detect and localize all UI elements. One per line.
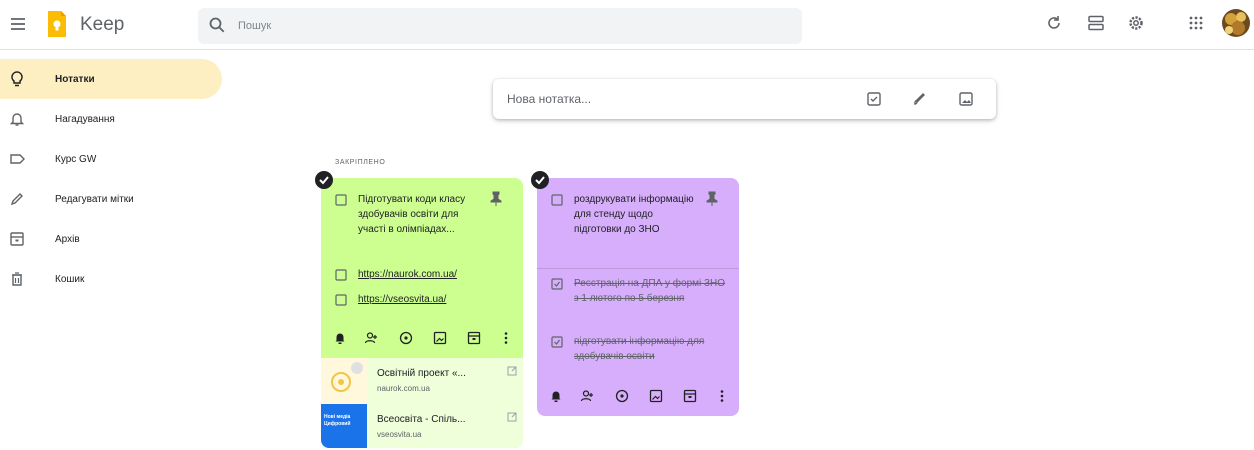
open-link-icon[interactable] (507, 412, 517, 422)
note-card[interactable]: Підготувати коди класу здобувачів освіти… (321, 178, 523, 448)
link-preview-vseosvita[interactable]: Нові медіа Цифровий Всеосвіта - Спіль...… (321, 404, 523, 448)
keep-logo-icon[interactable] (46, 9, 68, 39)
checklist-item[interactable]: Підготувати коди класу здобувачів освіти… (335, 192, 510, 237)
checklist-item-link[interactable]: https://vseosvita.ua/ (358, 292, 446, 307)
search-input[interactable] (238, 8, 778, 44)
bell-icon (8, 110, 26, 128)
archive-icon[interactable] (683, 389, 697, 403)
sidebar-item-edit-labels[interactable]: Редагувати мітки (0, 179, 222, 219)
take-note-input[interactable] (507, 79, 847, 119)
link-preview-domain: naurok.com.ua (377, 384, 430, 393)
naurok-thumbnail-icon (321, 358, 367, 404)
add-image-icon[interactable] (649, 389, 663, 403)
refresh-icon[interactable] (1044, 13, 1064, 33)
sidebar-item-archive[interactable]: Архів (0, 219, 222, 259)
sidebar-item-label: Курс GW (55, 153, 97, 165)
checkbox-unchecked-icon[interactable] (335, 294, 347, 306)
take-note-bar[interactable] (493, 79, 996, 119)
sidebar-item-label: Редагувати мітки (55, 193, 134, 205)
checklist-item[interactable]: https://vseosvita.ua/ (335, 292, 510, 307)
remind-me-bell-icon[interactable] (333, 331, 347, 345)
list-view-icon[interactable] (1086, 13, 1106, 33)
checkbox-checked-icon[interactable] (551, 336, 563, 348)
archive-icon (8, 230, 26, 248)
google-apps-icon[interactable] (1186, 13, 1206, 33)
select-note-check-icon[interactable] (315, 171, 333, 189)
checkbox-unchecked-icon[interactable] (551, 194, 563, 206)
app-name[interactable]: Keep (80, 14, 124, 36)
background-palette-icon[interactable] (615, 389, 629, 403)
label-icon (8, 150, 26, 168)
remind-me-bell-icon[interactable] (549, 389, 563, 403)
trash-icon (8, 270, 26, 288)
sidebar-item-label: Архів (55, 233, 80, 245)
more-options-icon[interactable] (499, 331, 513, 345)
checklist-item-text[interactable]: роздрукувати інформацію для стенду щодо … (574, 192, 699, 237)
thumbnail-caption: Нові медіа Цифровий (324, 414, 351, 427)
new-list-checkbox-icon[interactable] (865, 90, 883, 108)
checklist-item-text[interactable]: Підготувати коди класу здобувачів освіти… (358, 192, 488, 237)
vseosvita-thumbnail: Нові медіа Цифровий (321, 404, 367, 448)
new-drawing-brush-icon[interactable] (911, 90, 929, 108)
pencil-icon (8, 190, 26, 208)
pinned-section-label: ЗАКРІПЛЕНО (335, 159, 386, 166)
account-avatar[interactable] (1222, 9, 1250, 37)
link-preview-naurok[interactable]: Освітній проект «... naurok.com.ua (321, 358, 523, 404)
settings-gear-icon[interactable] (1126, 13, 1146, 33)
background-palette-icon[interactable] (399, 331, 413, 345)
checklist-item-link[interactable]: https://naurok.com.ua/ (358, 267, 457, 282)
note-toolbar (321, 328, 523, 350)
new-image-icon[interactable] (957, 90, 975, 108)
archive-icon[interactable] (467, 331, 481, 345)
checklist-item[interactable]: https://naurok.com.ua/ (335, 267, 510, 282)
link-preview-title[interactable]: Освітній проект «... (377, 368, 466, 379)
completed-divider (537, 268, 739, 269)
sidebar-item-label: Нагадування (55, 113, 115, 125)
collaborator-icon[interactable] (580, 389, 594, 403)
more-options-icon[interactable] (715, 389, 729, 403)
sidebar-item-label: Нотатки (55, 73, 95, 85)
collaborator-icon[interactable] (364, 331, 378, 345)
checklist-item-text[interactable]: підготувати інформацію для здобувачів ос… (574, 334, 724, 364)
sidebar-item-label-course[interactable]: Курс GW (0, 139, 222, 179)
checkbox-unchecked-icon[interactable] (335, 194, 347, 206)
sidebar-item-label: Кошик (55, 273, 85, 285)
lightbulb-icon (8, 70, 26, 88)
checklist-item-completed[interactable]: Реєстрація на ДПА у формі ЗНО з 1 лютого… (551, 276, 726, 306)
search-bar[interactable] (198, 8, 802, 44)
link-preview-title[interactable]: Всеосвіта - Спіль... (377, 414, 465, 425)
checkbox-unchecked-icon[interactable] (335, 269, 347, 281)
checklist-item-completed[interactable]: підготувати інформацію для здобувачів ос… (551, 334, 726, 364)
open-link-icon[interactable] (507, 366, 517, 376)
search-icon[interactable] (208, 16, 226, 34)
sidebar-item-reminders[interactable]: Нагадування (0, 99, 222, 139)
note-card[interactable]: роздрукувати інформацію для стенду щодо … (537, 178, 739, 416)
select-note-check-icon[interactable] (531, 171, 549, 189)
note-toolbar (537, 386, 739, 408)
add-image-icon[interactable] (433, 331, 447, 345)
checklist-item[interactable]: роздрукувати інформацію для стенду щодо … (551, 192, 726, 237)
app-header: Keep (0, 0, 1254, 50)
link-preview-domain: vseosvita.ua (377, 430, 422, 439)
checkbox-checked-icon[interactable] (551, 278, 563, 290)
sidebar-item-trash[interactable]: Кошик (0, 259, 222, 299)
sidebar-item-notes[interactable]: Нотатки (0, 59, 222, 99)
checklist-item-text[interactable]: Реєстрація на ДПА у формі ЗНО з 1 лютого… (574, 276, 726, 306)
main-menu-icon[interactable] (8, 14, 28, 34)
